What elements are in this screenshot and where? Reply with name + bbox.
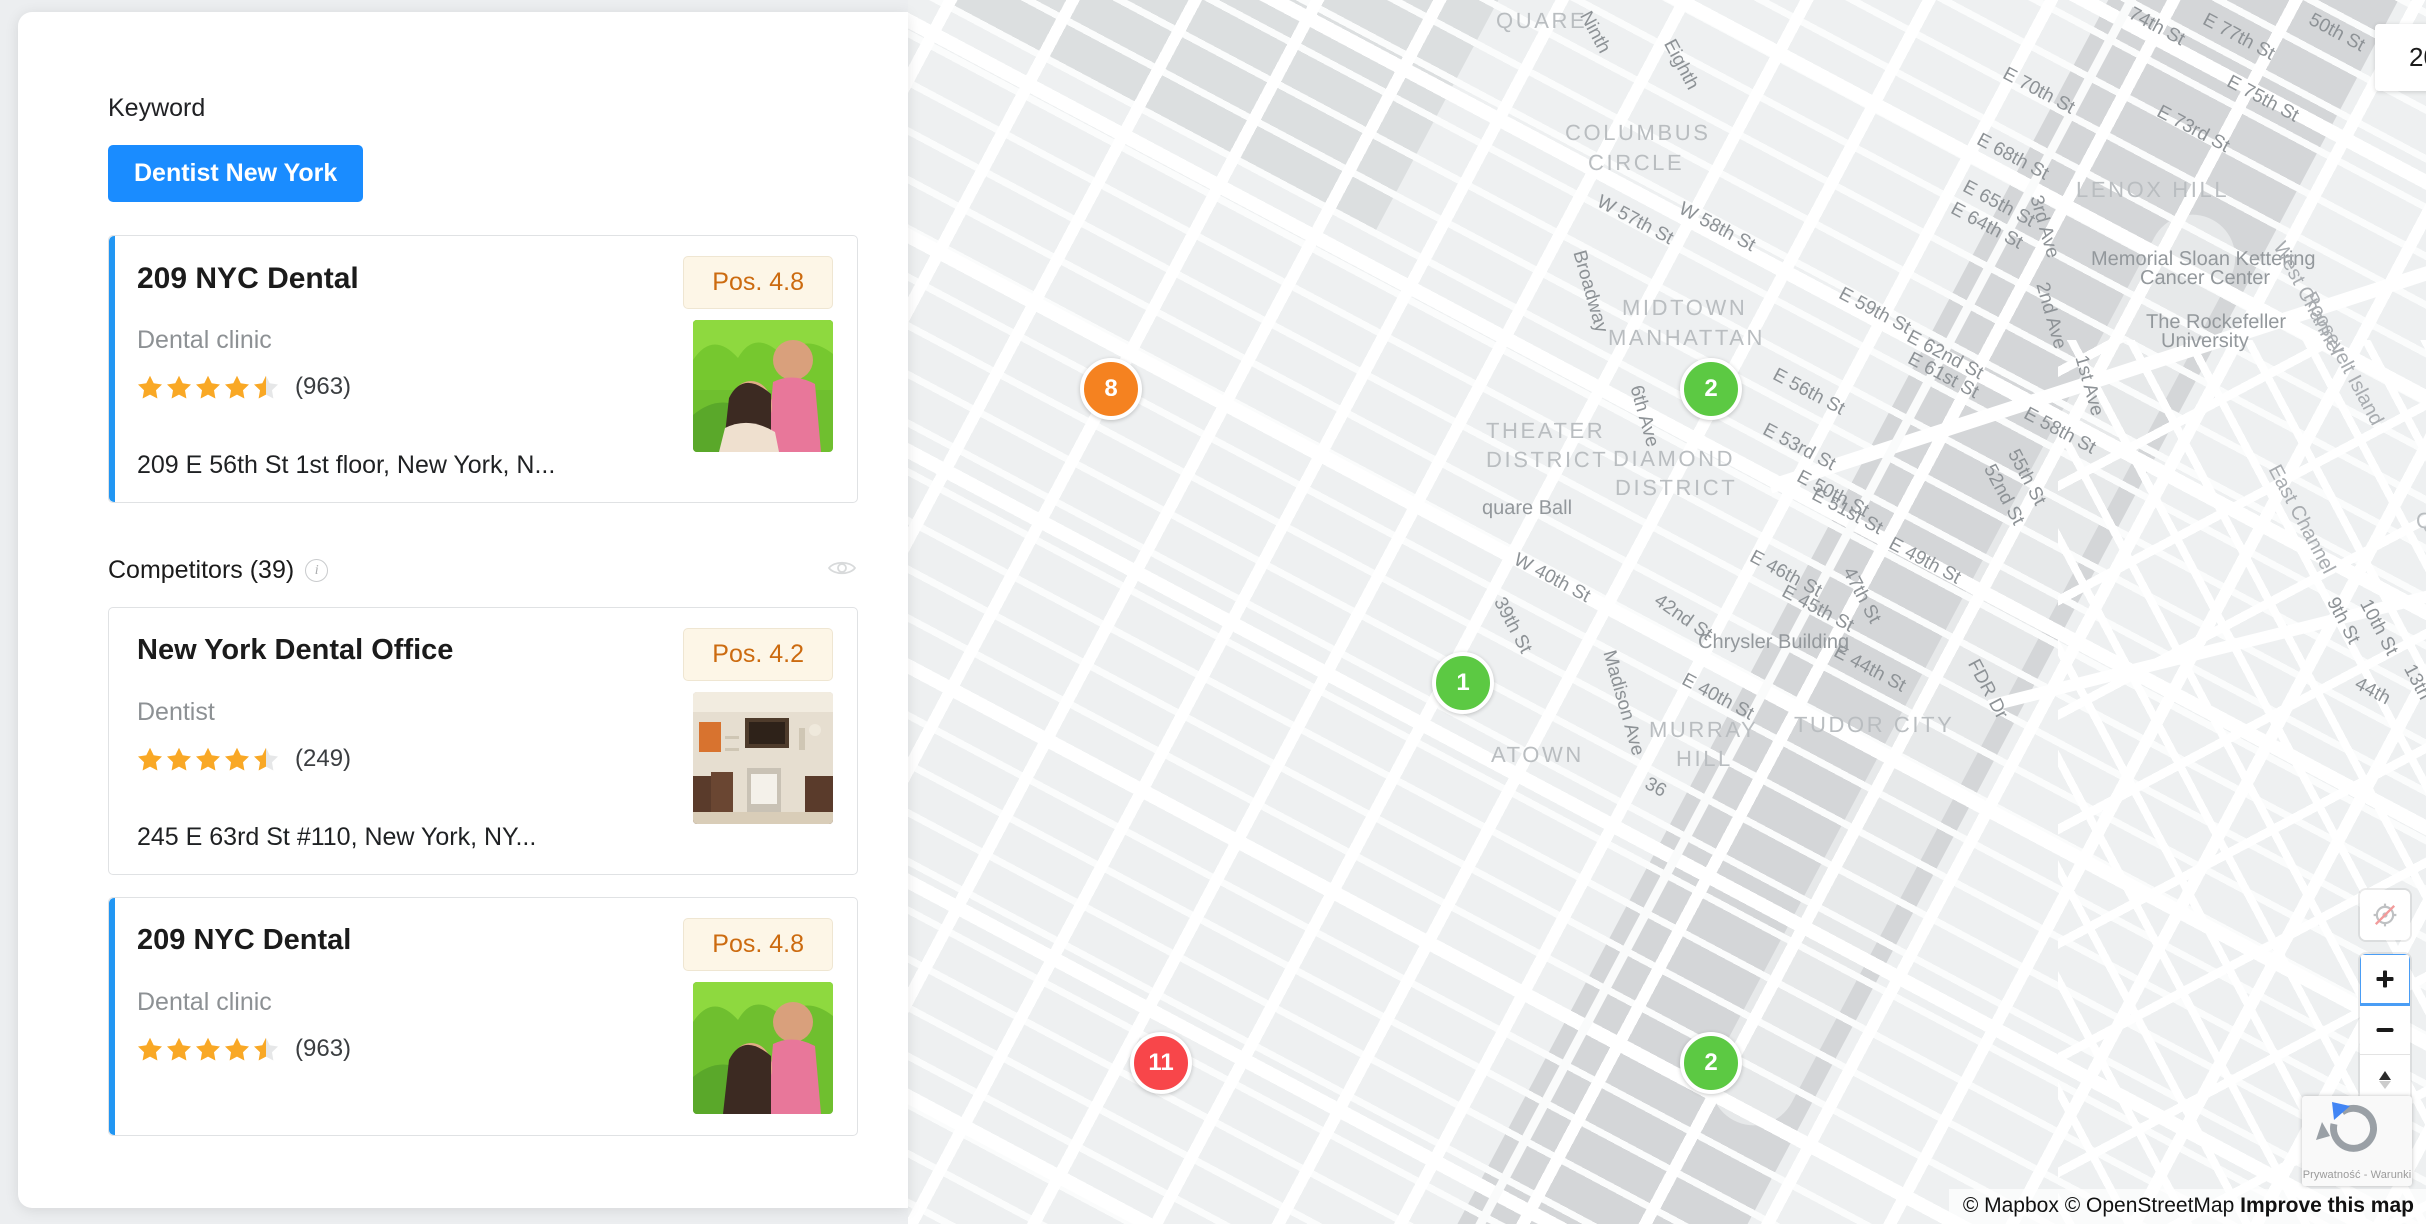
star-rating	[137, 1036, 279, 1062]
star-full-icon	[167, 1037, 191, 1061]
business-address: 245 E 63rd St #110, New York, NY...	[137, 823, 537, 851]
recaptcha-legal: Prywatność - Warunki	[2302, 1169, 2412, 1181]
keyword-chip[interactable]: Dentist New York	[108, 145, 364, 202]
competitors-title: Competitors (39)	[108, 556, 295, 584]
business-thumbnail[interactable]	[693, 982, 833, 1114]
competitor-card[interactable]: 209 NYC Dental Pos. 4.8 Dental clinic (9…	[108, 897, 858, 1136]
star-full-icon	[196, 747, 220, 771]
star-full-icon	[225, 1037, 249, 1061]
business-thumbnail[interactable]	[693, 320, 833, 452]
star-full-icon	[167, 747, 191, 771]
star-half-icon	[254, 747, 278, 771]
map-marker-cluster[interactable]: 8	[1080, 358, 1142, 420]
results-panel-scroll[interactable]: Keyword Dentist New York 209 NYC Dental …	[18, 12, 908, 1208]
business-name: 209 NYC Dental	[137, 262, 359, 295]
info-icon[interactable]: i	[305, 559, 329, 582]
recaptcha-separator: -	[2363, 1169, 2368, 1181]
review-count: (963)	[295, 373, 352, 400]
review-count: (249)	[295, 745, 352, 772]
recaptcha-logo-icon	[2316, 1102, 2378, 1152]
results-panel: Keyword Dentist New York 209 NYC Dental …	[18, 12, 908, 1208]
primary-business-card[interactable]: 209 NYC Dental Pos. 4.8 Dental clinic (9…	[108, 235, 858, 503]
geolocate-control-group[interactable]	[2360, 890, 2410, 940]
zoom-out-button[interactable]	[2360, 1004, 2410, 1054]
star-full-icon	[225, 375, 249, 399]
business-thumbnail[interactable]	[693, 692, 833, 824]
attribution-improve-link[interactable]: Improve this map	[2240, 1194, 2414, 1217]
competitor-card[interactable]: New York Dental Office Pos. 4.2 Dentist …	[108, 607, 858, 875]
star-full-icon	[138, 747, 162, 771]
business-address: 209 E 56th St 1st floor, New York, N...	[137, 451, 556, 479]
star-rating	[137, 374, 279, 400]
star-rating	[137, 746, 279, 772]
recaptcha-terms[interactable]: Warunki	[2371, 1169, 2412, 1181]
map-canvas[interactable]: COLUMBUS CIRCLE MIDTOWN MANHATTAN THEATER DIS…	[908, 0, 2426, 1224]
business-name: New York Dental Office	[137, 634, 454, 666]
star-full-icon	[196, 1037, 220, 1061]
attribution-mapbox[interactable]: © Mapbox	[1963, 1194, 2059, 1217]
position-badge: Pos. 4.8	[683, 256, 833, 309]
business-name: 209 NYC Dental	[137, 924, 352, 956]
recaptcha-badge[interactable]: Prywatność - Warunki	[2302, 1096, 2412, 1186]
star-full-icon	[196, 375, 220, 399]
map-marker-cluster[interactable]: 11	[1130, 1032, 1192, 1094]
star-full-icon	[225, 747, 249, 771]
map-controls[interactable]	[2360, 890, 2410, 1104]
position-badge: Pos. 4.8	[683, 918, 833, 971]
eye-icon[interactable]	[827, 559, 857, 582]
star-half-icon	[254, 1037, 278, 1061]
map-marker-cluster[interactable]: 1	[1432, 652, 1494, 714]
star-full-icon	[167, 375, 191, 399]
recaptcha-privacy[interactable]: Prywatność	[2303, 1169, 2361, 1181]
zoom-control-group[interactable]	[2360, 954, 2410, 1104]
map-marker-cluster[interactable]: 2	[1680, 358, 1742, 420]
star-half-icon	[254, 375, 278, 399]
competitors-list[interactable]: New York Dental Office Pos. 4.2 Dentist …	[108, 607, 858, 1136]
competitors-header: Competitors (39) i	[108, 556, 858, 585]
position-badge: Pos. 4.2	[683, 628, 833, 681]
star-full-icon	[138, 375, 162, 399]
map-marker-cluster[interactable]: 2	[1680, 1032, 1742, 1094]
map-viewport[interactable]: COLUMBUS CIRCLE MIDTOWN MANHATTAN THEATER DIS…	[908, 0, 2426, 1224]
star-full-icon	[138, 1037, 162, 1061]
attribution-osm[interactable]: © OpenStreetMap	[2065, 1194, 2235, 1217]
map-attribution[interactable]: © Mapbox © OpenStreetMap Improve this ma…	[1948, 1189, 2426, 1224]
geolocate-disabled-icon[interactable]	[2360, 890, 2410, 940]
map-timestamp-badge: 20/01/2022, 17:40:05	[2375, 24, 2426, 91]
keyword-label: Keyword	[108, 94, 206, 122]
zoom-in-button[interactable]	[2360, 954, 2410, 1006]
review-count: (963)	[295, 1035, 352, 1062]
